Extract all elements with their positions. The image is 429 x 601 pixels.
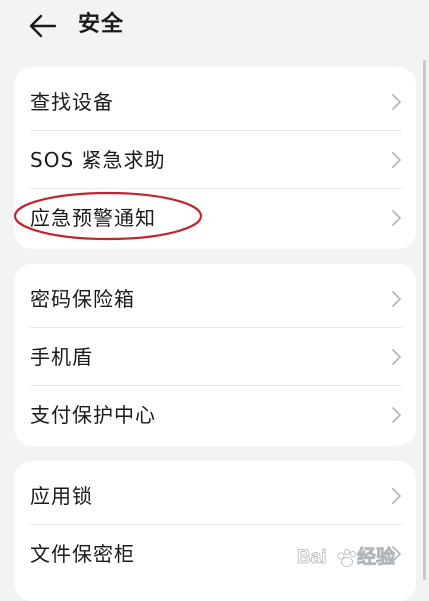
arrow-left-icon xyxy=(29,14,57,38)
menu-item-password-vault[interactable]: 密码保险箱 xyxy=(14,270,416,328)
menu-item-label: SOS 紧急求助 xyxy=(30,148,166,172)
settings-group-2: 密码保险箱 手机盾 支付保护中心 xyxy=(14,264,416,446)
back-button[interactable] xyxy=(28,12,58,40)
title-bar: 安全 xyxy=(0,0,429,52)
scrollbar[interactable] xyxy=(423,60,426,580)
menu-item-label: 应急预警通知 xyxy=(30,206,156,230)
chevron-right-icon xyxy=(392,407,401,423)
menu-item-find-device[interactable]: 查找设备 xyxy=(14,73,416,131)
chevron-right-icon xyxy=(392,210,401,226)
menu-item-label: 文件保密柜 xyxy=(30,542,135,566)
settings-group-1: 查找设备 SOS 紧急求助 应急预警通知 xyxy=(14,67,416,249)
chevron-right-icon xyxy=(392,349,401,365)
svg-text:Bai: Bai xyxy=(297,547,327,568)
menu-item-emergency-alerts[interactable]: 应急预警通知 xyxy=(14,189,416,247)
menu-item-label: 查找设备 xyxy=(30,90,114,114)
menu-item-label: 手机盾 xyxy=(30,345,93,369)
page-title: 安全 xyxy=(78,12,125,37)
chevron-right-icon xyxy=(392,152,401,168)
menu-item-label: 应用锁 xyxy=(30,484,93,508)
menu-item-payment-protection[interactable]: 支付保护中心 xyxy=(14,386,416,444)
menu-item-app-lock[interactable]: 应用锁 xyxy=(14,467,416,525)
settings-group-3: 应用锁 文件保密柜 xyxy=(14,461,416,601)
chevron-right-icon xyxy=(392,94,401,110)
chevron-right-icon xyxy=(392,291,401,307)
menu-item-sos[interactable]: SOS 紧急求助 xyxy=(14,131,416,189)
menu-item-phone-shield[interactable]: 手机盾 xyxy=(14,328,416,386)
svg-text:经验: 经验 xyxy=(357,545,396,568)
chevron-right-icon xyxy=(392,488,401,504)
menu-item-label: 密码保险箱 xyxy=(30,287,135,311)
baidu-watermark-logo: Bai 经验 xyxy=(295,539,413,575)
menu-item-label: 支付保护中心 xyxy=(30,403,156,427)
